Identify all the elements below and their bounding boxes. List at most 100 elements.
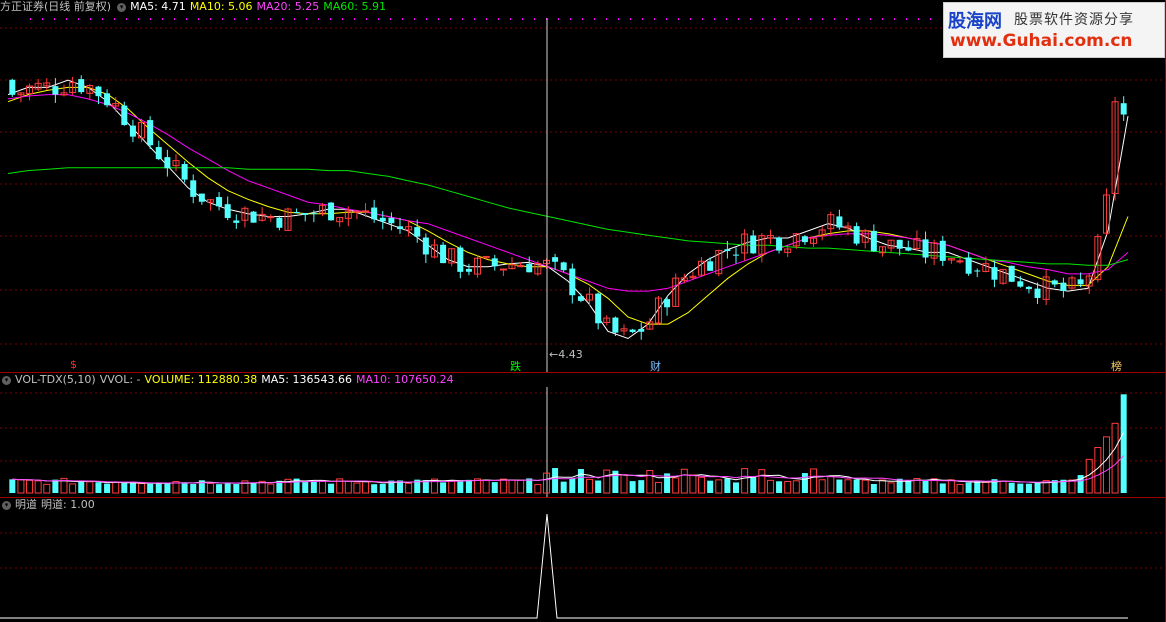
- top-dot: [222, 18, 223, 20]
- candle-body: [198, 193, 205, 202]
- volume-bar: [595, 480, 602, 493]
- candle-body: [870, 230, 877, 252]
- indicator-line: [0, 513, 1128, 619]
- candle-body: [491, 258, 498, 267]
- volume-bar: [499, 478, 507, 494]
- volume-ma10-line: [12, 455, 1125, 484]
- volume-bar: [318, 480, 326, 494]
- volume-bar: [939, 483, 946, 493]
- top-dot: [402, 18, 403, 20]
- volume-bar: [216, 484, 223, 493]
- volume-bar: [138, 483, 146, 494]
- volume-bar: [155, 483, 162, 493]
- volume-bar: [827, 475, 835, 494]
- top-dot: [54, 18, 55, 20]
- candle-body: [629, 329, 636, 332]
- volume-bar: [457, 480, 464, 493]
- top-dot: [714, 18, 715, 20]
- volume-bar: [766, 479, 774, 494]
- candle-body: [353, 210, 361, 213]
- top-dot: [126, 18, 127, 20]
- volume-bar: [379, 483, 386, 493]
- candle-body: [190, 180, 197, 197]
- top-dot: [390, 18, 391, 20]
- indicator-panel[interactable]: ▾ 明道 明道: 1.00: [0, 498, 1166, 622]
- logo-line1: 股海网: [948, 11, 1002, 32]
- top-dot: [366, 18, 367, 20]
- candle-body: [1008, 265, 1015, 282]
- volume-bar: [95, 482, 102, 493]
- candle-body: [233, 220, 240, 223]
- volume-bar: [818, 479, 826, 494]
- volume-bar: [620, 474, 628, 494]
- candle-body: [78, 79, 85, 93]
- volume-bar: [465, 479, 472, 493]
- top-dot: [210, 18, 211, 20]
- volume-bar: [26, 479, 34, 494]
- top-dot: [798, 18, 799, 20]
- candle-body: [465, 268, 472, 272]
- top-dot: [618, 18, 619, 20]
- top-dot: [498, 18, 499, 20]
- volume-bar: [491, 482, 498, 493]
- volume-bar: [164, 482, 171, 493]
- logo-line2: 股票软件资源分享: [1014, 12, 1134, 28]
- candle-body: [371, 207, 378, 220]
- top-dot: [834, 18, 835, 20]
- top-dot: [810, 18, 811, 20]
- top-dot: [174, 18, 175, 20]
- candle-body: [638, 328, 645, 332]
- top-dot: [66, 18, 67, 20]
- top-dot: [342, 18, 343, 20]
- volume-bar: [344, 480, 352, 494]
- volume-bar: [810, 468, 818, 494]
- volume-bar: [181, 482, 188, 493]
- ma-line-ma10: [7, 86, 1129, 325]
- volume-bar: [267, 483, 275, 494]
- candle-body: [922, 239, 929, 258]
- top-dot: [330, 18, 331, 20]
- top-dot: [354, 18, 355, 20]
- volume-chart[interactable]: [0, 373, 1166, 497]
- top-dot: [414, 18, 415, 20]
- candle-body: [560, 262, 567, 271]
- volume-bar: [603, 469, 611, 494]
- top-dot: [426, 18, 427, 20]
- volume-ma5-line: [12, 432, 1125, 484]
- top-dot: [234, 18, 235, 20]
- indicator-chart[interactable]: [0, 498, 1166, 622]
- top-dot: [474, 18, 475, 20]
- volume-panel[interactable]: ▾ VOL-TDX(5,10) VVOL: - VOLUME: 112880.38 MA…: [0, 373, 1166, 497]
- volume-bar: [17, 479, 25, 494]
- candle-body: [939, 240, 946, 261]
- top-dot: [630, 18, 631, 20]
- volume-bar: [1068, 479, 1076, 494]
- volume-bar: [638, 480, 645, 493]
- candle-body: [362, 210, 370, 213]
- candle-body: [302, 212, 309, 215]
- top-dot: [522, 18, 523, 20]
- top-dot: [138, 18, 139, 20]
- candle-body: [664, 299, 671, 308]
- candle-body: [379, 217, 386, 222]
- candle-body: [121, 105, 128, 125]
- volume-bar: [552, 468, 559, 493]
- volume-bar: [534, 484, 542, 494]
- top-dot: [570, 18, 571, 20]
- volume-bar: [517, 479, 525, 494]
- candle-body: [9, 79, 16, 95]
- volume-bar: [302, 482, 309, 493]
- top-dot: [462, 18, 463, 20]
- candle-body: [388, 217, 395, 224]
- volume-bar: [982, 481, 990, 494]
- candle-body: [612, 317, 619, 333]
- candle-body: [1034, 288, 1041, 298]
- candle-body: [526, 263, 533, 273]
- volume-bar: [86, 481, 94, 494]
- top-dot: [42, 18, 43, 20]
- volume-bar: [922, 480, 929, 493]
- volume-bar: [947, 479, 955, 494]
- candle-body: [853, 226, 860, 244]
- candle-body: [397, 226, 403, 230]
- top-dot: [642, 18, 643, 20]
